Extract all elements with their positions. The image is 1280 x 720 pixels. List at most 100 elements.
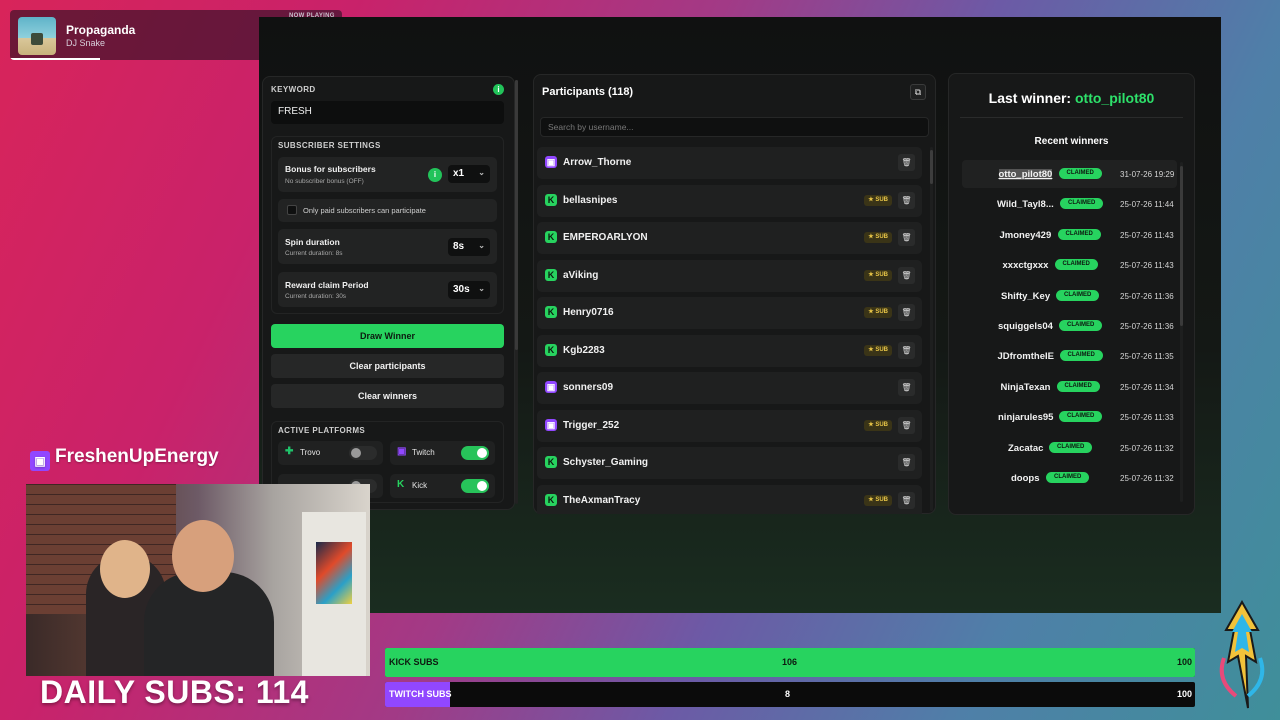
trash-icon[interactable]: 🗑 — [898, 266, 915, 284]
kick-subs-goal: 100 — [1176, 657, 1192, 667]
claimed-badge: CLAIMED — [1054, 259, 1098, 271]
kick-icon: K — [545, 306, 557, 318]
winner-date: 25-07-26 11:32 — [1120, 473, 1174, 483]
spin-duration-title: Spin duration — [285, 237, 340, 247]
keyword-input[interactable]: FRESH — [271, 101, 504, 124]
sub-badge: ★ SUB — [864, 419, 892, 431]
kick-toggle[interactable] — [461, 479, 489, 493]
winner-date: 25-07-26 11:44 — [1120, 200, 1174, 210]
chevron-down-icon: ⌄ — [478, 284, 485, 293]
kick-icon: K — [545, 268, 557, 281]
trovo-toggle[interactable] — [349, 446, 377, 460]
chevron-down-icon: ⌄ — [478, 241, 485, 250]
bonus-info-icon[interactable]: i — [428, 168, 442, 182]
last-winner-heading: Last winner: otto_pilot80 — [988, 90, 1155, 106]
channel-name: ▣ FreshenUpEnergy — [30, 446, 219, 471]
participant-row: K TheAxmanTracy ★ SUB 🗑 — [537, 484, 922, 514]
participant-row: K EMPEROARLYON ★ SUB 🗑 — [537, 222, 922, 254]
clear-winners-button[interactable]: Clear winners — [271, 384, 504, 408]
participants-title: Participants (118) — [542, 86, 634, 98]
trash-icon[interactable]: 🗑 — [898, 454, 915, 471]
kick-icon: K — [545, 231, 557, 243]
platform-name: Twitch — [412, 448, 435, 457]
trash-icon[interactable]: 🗑 — [898, 491, 915, 509]
subscriber-settings-label: SUBSCRIBER SETTINGS — [278, 141, 381, 150]
participant-name: sonners09 — [563, 382, 614, 393]
twitch-icon: ▣ — [545, 156, 557, 168]
winners-scrollbar[interactable] — [1180, 162, 1183, 502]
winner-row: xxxctgxxx CLAIMED 25-07-26 11:43 — [962, 251, 1177, 279]
winner-name: Jmoney429 — [999, 229, 1052, 241]
trash-icon[interactable]: 🗑 — [898, 416, 915, 434]
trash-icon[interactable]: 🗑 — [898, 229, 915, 246]
kick-subs-value: 106 — [782, 657, 798, 667]
sub-badge: ★ SUB — [864, 494, 892, 506]
trash-icon[interactable]: 🗑 — [898, 304, 915, 321]
trash-icon[interactable]: 🗑 — [898, 154, 915, 171]
twitch-icon: ▣ — [30, 451, 50, 471]
track-progress — [10, 58, 100, 60]
winner-name: JDfromtheIE — [997, 351, 1054, 363]
paid-only-checkbox[interactable] — [287, 205, 297, 215]
keyword-label: KEYWORD — [271, 85, 316, 94]
recent-winners-title: Recent winners — [1034, 136, 1109, 147]
settings-scrollbar[interactable] — [515, 80, 518, 504]
participant-row: ▣ sonners09 🗑 — [537, 372, 922, 404]
claimed-badge: CLAIMED — [1059, 350, 1103, 362]
claimed-badge: CLAIMED — [1049, 441, 1093, 453]
webcam-feed — [26, 484, 370, 676]
kick-subs-bar: KICK SUBS 106 100 — [385, 648, 1195, 677]
twitch-subs-label: TWITCH SUBS — [389, 689, 452, 699]
participant-row: K Henry0716 ★ SUB 🗑 — [537, 297, 922, 329]
participants-scrollbar[interactable] — [930, 147, 933, 511]
kick-icon: K — [545, 193, 557, 206]
participant-search-input[interactable]: Search by username... — [540, 117, 929, 137]
winner-date: 25-07-26 11:34 — [1120, 382, 1174, 392]
claimed-badge: CLAIMED — [1056, 289, 1100, 301]
participant-row: K Schyster_Gaming 🗑 — [537, 447, 922, 479]
trash-icon[interactable]: 🗑 — [898, 191, 915, 209]
winner-date: 25-07-26 11:36 — [1120, 291, 1174, 301]
trash-icon[interactable]: 🗑 — [898, 379, 915, 396]
winner-name: squiggels04 — [998, 320, 1053, 332]
spin-duration-select[interactable]: 8s ⌄ — [448, 238, 490, 256]
sub-badge: ★ SUB — [864, 269, 892, 281]
kick-icon: K — [545, 343, 557, 356]
bonus-multiplier-select[interactable]: x1 ⌄ — [448, 165, 490, 183]
winner-name: otto_pilot80 — [998, 169, 1053, 180]
participant-name: aViking — [563, 269, 599, 281]
clear-participants-button[interactable]: Clear participants — [271, 354, 504, 378]
kick-subs-label: KICK SUBS — [389, 657, 439, 667]
claim-period-subtitle: Current duration: 30s — [285, 293, 347, 300]
claim-period-select[interactable]: 30s ⌄ — [448, 281, 490, 299]
participant-row: ▣ Arrow_Thorne 🗑 — [537, 147, 922, 179]
info-icon[interactable]: i — [493, 84, 504, 95]
bonus-subtitle: No subscriber bonus (OFF) — [285, 178, 364, 185]
sub-badge: ★ SUB — [864, 344, 892, 356]
claim-period-title: Reward claim Period — [285, 280, 369, 290]
twitch-toggle[interactable] — [461, 446, 489, 460]
kick-icon: K — [397, 479, 405, 490]
winner-row: doops CLAIMED 25-07-26 11:32 — [962, 464, 1177, 492]
winner-row: ninjarules95 CLAIMED 25-07-26 11:33 — [962, 403, 1177, 431]
twitch-subs-value: 8 — [785, 689, 791, 699]
participant-name: TheAxmanTracy — [563, 494, 641, 506]
track-artist: DJ Snake — [66, 38, 106, 48]
participant-name: Henry0716 — [563, 307, 614, 318]
winner-row: otto_pilot80 CLAIMED 31-07-26 19:29 — [962, 160, 1177, 188]
platform-trovo: ✚ Trovo — [278, 441, 383, 465]
last-winner-name: otto_pilot80 — [1075, 90, 1155, 106]
draw-winner-button[interactable]: Draw Winner — [271, 324, 504, 348]
bonus-title: Bonus for subscribers — [285, 164, 376, 174]
platform-kick: K Kick — [390, 474, 495, 498]
claimed-badge: CLAIMED — [1057, 228, 1101, 240]
sub-badge: ★ SUB — [864, 194, 892, 206]
winner-date: 25-07-26 11:32 — [1120, 443, 1174, 453]
winner-date: 25-07-26 11:35 — [1120, 352, 1174, 362]
copy-icon[interactable]: ⧉ — [910, 84, 926, 100]
trash-icon[interactable]: 🗑 — [898, 341, 915, 359]
paid-only-label: Only paid subscribers can participate — [303, 206, 426, 215]
participant-row: KaViking ★ SUB 🗑 — [537, 259, 922, 292]
participant-row: Kbellasnipes ★ SUB 🗑 — [537, 184, 922, 217]
album-art — [18, 17, 56, 55]
